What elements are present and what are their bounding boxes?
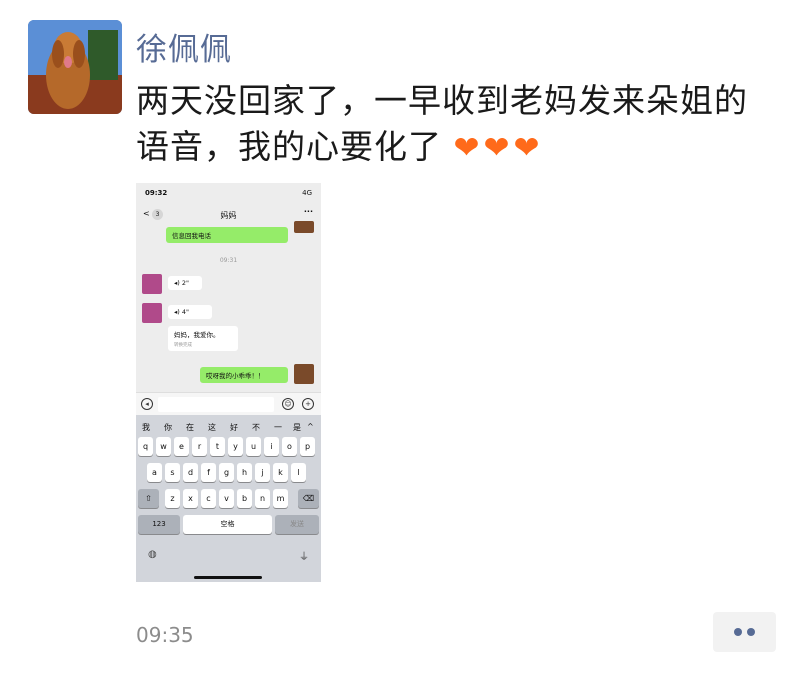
post-timestamp: 09:35 [136, 623, 194, 647]
message-input [158, 397, 274, 412]
voice-duration: 4" [181, 308, 190, 316]
key: q [138, 437, 153, 456]
key: h [237, 463, 252, 482]
voice-message: ◂) 2" [168, 276, 202, 290]
key: n [255, 489, 270, 508]
candidate: 你 [164, 423, 172, 432]
self-avatar [294, 364, 314, 384]
avatar[interactable] [28, 20, 122, 114]
status-signal: 4G [302, 189, 312, 197]
plus-icon: + [302, 398, 314, 410]
chat-screenshot[interactable]: 09:32 4G < 3 妈妈 ··· 信息回我电话 09:31 ◂) 2" ◂… [136, 183, 321, 582]
keyboard: 我 你 在 这 好 不 一 是 ^ q w e r t y u i o p a … [136, 415, 321, 582]
key: g [219, 463, 234, 482]
key: s [165, 463, 180, 482]
message-text: 信息回我电话 [172, 232, 211, 240]
key: e [174, 437, 189, 456]
message-bubble-out: 哎呀我的小乖乖！！ [200, 367, 288, 383]
key: l [291, 463, 306, 482]
dot-icon [747, 628, 755, 636]
microphone-icon: ⏚ [299, 552, 309, 563]
emoji-icon: ☺ [282, 398, 294, 410]
heart-icons: ❤❤❤ [453, 130, 544, 166]
candidate: 这 [208, 423, 216, 432]
post-text: 两天没回家了，一早收到老妈发来朵姐的语音，我的心要化了 ❤❤❤ [136, 78, 776, 171]
mom-avatar [142, 274, 162, 294]
post-text-body: 两天没回家了，一早收到老妈发来朵姐的语音，我的心要化了 [136, 81, 748, 166]
key-space: 空格 [183, 515, 272, 534]
key: u [246, 437, 261, 456]
more-icon: ··· [303, 207, 313, 216]
message-text: 哎呀我的小乖乖！！ [206, 372, 265, 380]
key: o [282, 437, 297, 456]
dot-icon [734, 628, 742, 636]
candidate: 在 [186, 423, 194, 432]
delete-icon: ⌫ [298, 489, 319, 508]
key: z [165, 489, 180, 508]
candidate-bar: 我 你 在 这 好 不 一 是 ^ [136, 419, 321, 435]
speaker-icon: ◂) [174, 279, 180, 287]
key: k [273, 463, 288, 482]
key: m [273, 489, 288, 508]
candidate: 不 [252, 423, 260, 432]
voice-duration: 2" [181, 279, 190, 287]
key: r [192, 437, 207, 456]
globe-icon: ◍ [148, 549, 157, 560]
key: i [264, 437, 279, 456]
key-send: 发送 [275, 515, 319, 534]
key-123: 123 [138, 515, 180, 534]
key: w [156, 437, 171, 456]
key: y [228, 437, 243, 456]
dog-photo [28, 20, 122, 114]
key: a [147, 463, 162, 482]
speaker-icon: ◂ [141, 398, 153, 410]
key: f [201, 463, 216, 482]
candidate: 一 [274, 423, 282, 432]
mom-avatar [142, 303, 162, 323]
chevron-up-icon: ^ [307, 422, 314, 431]
key: v [219, 489, 234, 508]
candidate: 我 [142, 423, 150, 432]
key: j [255, 463, 270, 482]
home-indicator [194, 576, 262, 579]
key: b [237, 489, 252, 508]
message-bubble-out: 信息回我电话 [166, 227, 288, 243]
speaker-icon: ◂) [174, 308, 180, 316]
transcript-text: 妈妈，我爱你。 [174, 331, 220, 339]
chat-title: 妈妈 [220, 211, 237, 220]
chat-input-bar: ◂ ☺ + [136, 392, 321, 415]
chat-timestamp: 09:31 [219, 257, 238, 264]
voice-transcript: 妈妈，我爱你。 转换完成 [168, 326, 238, 351]
key: p [300, 437, 315, 456]
moments-post: 徐佩佩 两天没回家了，一早收到老妈发来朵姐的语音，我的心要化了 ❤❤❤ 09:3… [0, 0, 800, 675]
key: x [183, 489, 198, 508]
status-bar: 09:32 4G [136, 183, 321, 203]
key: c [201, 489, 216, 508]
comment-like-button[interactable] [713, 612, 776, 652]
candidate: 是 [293, 423, 301, 432]
status-time: 09:32 [145, 189, 168, 197]
self-avatar [294, 221, 314, 233]
key: t [210, 437, 225, 456]
key: d [183, 463, 198, 482]
candidate: 好 [230, 423, 238, 432]
transcript-note: 转换完成 [174, 343, 192, 348]
author-name[interactable]: 徐佩佩 [136, 24, 232, 69]
shift-icon: ⇧ [138, 489, 159, 508]
voice-message: ◂) 4" [168, 305, 212, 319]
